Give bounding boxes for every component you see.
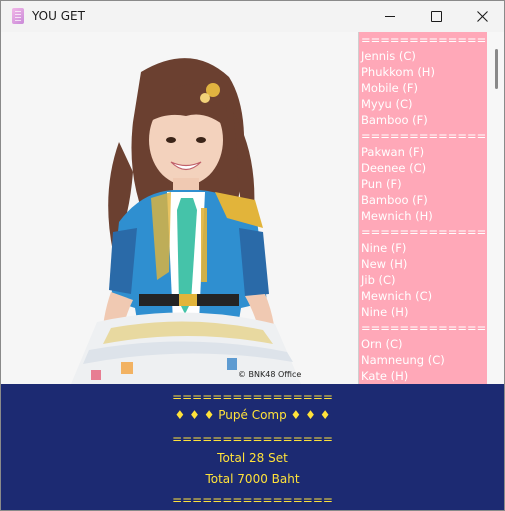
list-separator: ================ bbox=[361, 129, 488, 143]
footer-separator-bottom: ================ bbox=[172, 493, 333, 507]
list-separator: ================ bbox=[361, 225, 488, 239]
list-item[interactable]: Pun (F) bbox=[359, 176, 488, 192]
list-separator: ================ bbox=[361, 33, 488, 47]
total-sets: Total 28 Set bbox=[217, 451, 288, 465]
close-button[interactable] bbox=[459, 1, 504, 32]
list-item[interactable]: New (H) bbox=[359, 256, 488, 272]
list-scrollbar[interactable] bbox=[487, 32, 504, 384]
list-item[interactable]: Kate (H) bbox=[359, 368, 488, 384]
scrollbar-thumb[interactable] bbox=[495, 49, 498, 89]
close-icon bbox=[476, 11, 488, 22]
footer-separator-mid: ================ bbox=[172, 432, 333, 446]
window-title: YOU GET bbox=[32, 9, 85, 23]
app-window: YOU GET © BNK48 Office ============= Jen… bbox=[0, 0, 505, 511]
footer-heading: ♦ ♦ ♦ Pupé Comp ♦ ♦ ♦ bbox=[174, 408, 331, 422]
list-item[interactable]: Mewnich (C) bbox=[359, 288, 488, 304]
list-item[interactable]: Nine (H) bbox=[359, 304, 488, 320]
list-item[interactable]: Mewnich (H) bbox=[359, 208, 488, 224]
list-item[interactable]: Jennis (C) bbox=[359, 48, 488, 64]
list-item[interactable]: Jib (C) bbox=[359, 272, 488, 288]
list-item[interactable]: Deenee (C) bbox=[359, 160, 488, 176]
title-bar[interactable]: YOU GET bbox=[1, 1, 504, 32]
photo-copyright: © BNK48 Office bbox=[238, 370, 302, 379]
footer-separator-top: ================ bbox=[172, 390, 333, 404]
minimize-icon bbox=[385, 16, 395, 17]
list-item[interactable]: Namneung (C) bbox=[359, 352, 488, 368]
member-list[interactable]: ================Jennis (C)Phukkom (H)Mob… bbox=[358, 32, 488, 384]
total-price: Total 7000 Baht bbox=[205, 472, 300, 486]
maximize-button[interactable] bbox=[413, 1, 459, 32]
app-icon bbox=[12, 8, 24, 24]
minimize-button[interactable] bbox=[367, 1, 413, 32]
list-item[interactable]: Bamboo (F) bbox=[359, 192, 488, 208]
list-item[interactable]: Myyu (C) bbox=[359, 96, 488, 112]
list-item[interactable]: Phukkom (H) bbox=[359, 64, 488, 80]
list-separator: ================ bbox=[361, 321, 488, 335]
member-photo-image bbox=[1, 32, 358, 384]
member-photo: © BNK48 Office bbox=[1, 32, 358, 384]
maximize-icon bbox=[430, 11, 442, 22]
list-item[interactable]: Pakwan (F) bbox=[359, 144, 488, 160]
list-item[interactable]: Mobile (F) bbox=[359, 80, 488, 96]
list-item[interactable]: Nine (F) bbox=[359, 240, 488, 256]
list-item[interactable]: Orn (C) bbox=[359, 336, 488, 352]
list-item[interactable]: Bamboo (F) bbox=[359, 112, 488, 128]
summary-footer: ================ ♦ ♦ ♦ Pupé Comp ♦ ♦ ♦ =… bbox=[1, 384, 504, 510]
